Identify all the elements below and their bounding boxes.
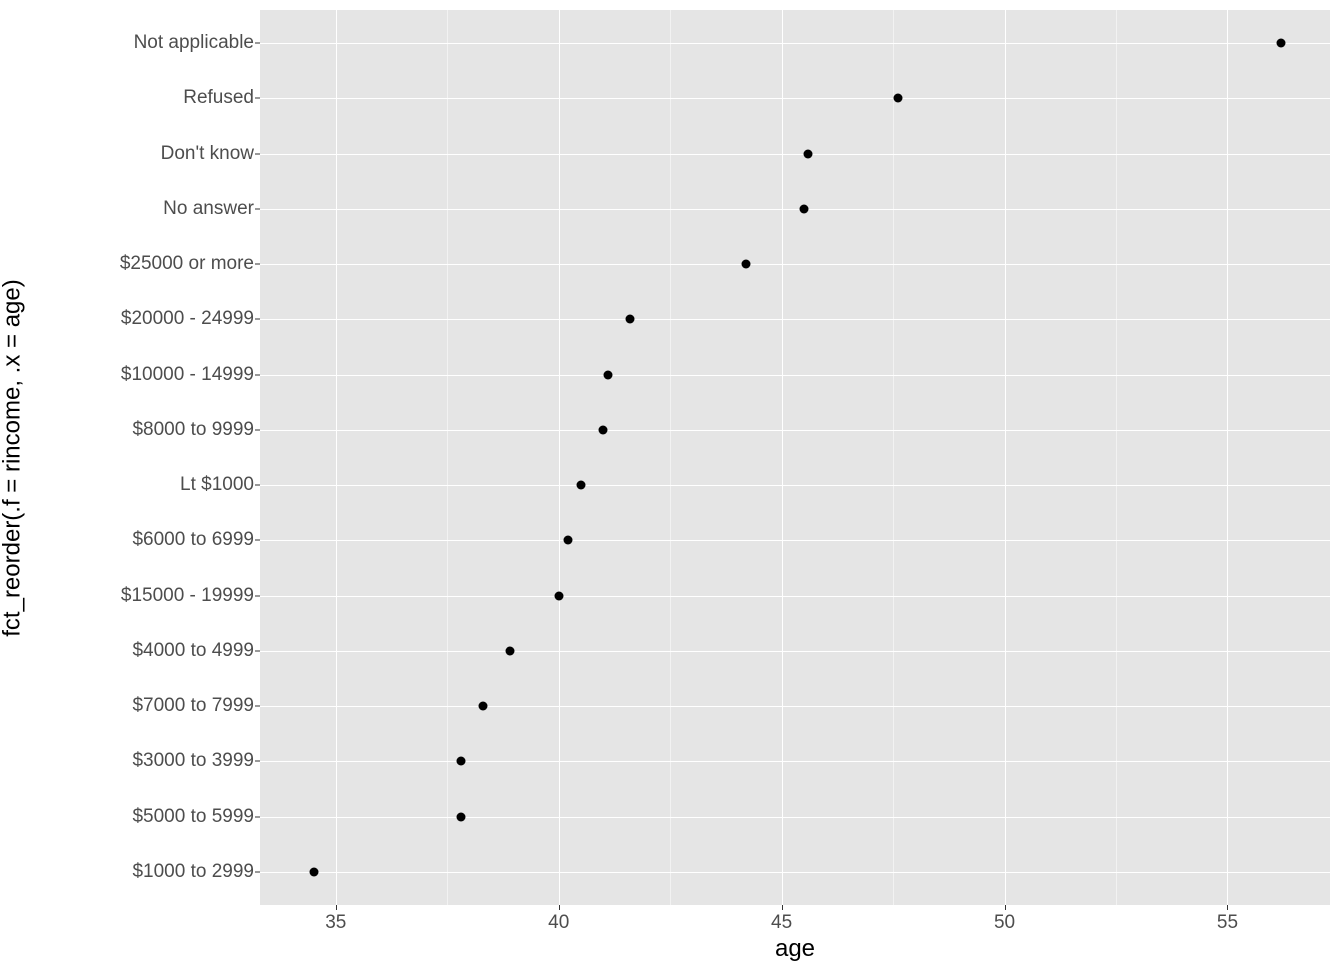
- grid-line-vertical: [559, 10, 560, 905]
- grid-line-vertical-minor: [670, 10, 671, 905]
- grid-line-horizontal: [260, 540, 1330, 541]
- grid-line-horizontal: [260, 596, 1330, 597]
- grid-line-vertical: [1227, 10, 1228, 905]
- x-tick-label: 45: [771, 912, 792, 934]
- x-tick-mark: [782, 905, 783, 910]
- y-tick-label: $10000 - 14999: [14, 364, 254, 386]
- y-tick-mark: [255, 208, 260, 209]
- grid-line-horizontal: [260, 872, 1330, 873]
- data-point: [603, 370, 612, 379]
- grid-line-vertical-minor: [447, 10, 448, 905]
- grid-line-horizontal: [260, 43, 1330, 44]
- y-tick-label: $7000 to 7999: [14, 695, 254, 717]
- y-tick-mark: [255, 816, 260, 817]
- y-tick-mark: [255, 98, 260, 99]
- y-tick-label: $6000 to 6999: [14, 529, 254, 551]
- grid-line-horizontal: [260, 319, 1330, 320]
- grid-line-horizontal: [260, 485, 1330, 486]
- data-point: [804, 149, 813, 158]
- y-tick-mark: [255, 540, 260, 541]
- grid-line-vertical-minor: [1116, 10, 1117, 905]
- data-point: [456, 757, 465, 766]
- y-tick-label: $15000 - 19999: [14, 585, 254, 607]
- grid-line-vertical: [1005, 10, 1006, 905]
- data-point: [626, 315, 635, 324]
- data-point: [599, 425, 608, 434]
- y-tick-mark: [255, 485, 260, 486]
- data-point: [505, 646, 514, 655]
- y-tick-mark: [255, 319, 260, 320]
- y-tick-mark: [255, 871, 260, 872]
- x-tick-mark: [559, 905, 560, 910]
- y-tick-label: $8000 to 9999: [14, 419, 254, 441]
- y-tick-mark: [255, 706, 260, 707]
- plot-area: [260, 10, 1330, 905]
- y-tick-label: No answer: [14, 198, 254, 220]
- data-point: [478, 702, 487, 711]
- y-tick-mark: [255, 761, 260, 762]
- data-point: [456, 812, 465, 821]
- y-tick-label: Lt $1000: [14, 474, 254, 496]
- y-tick-label: $3000 to 3999: [14, 750, 254, 772]
- data-point: [741, 260, 750, 269]
- data-point: [577, 481, 586, 490]
- grid-line-vertical: [336, 10, 337, 905]
- y-tick-mark: [255, 264, 260, 265]
- grid-line-horizontal: [260, 264, 1330, 265]
- grid-line-horizontal: [260, 209, 1330, 210]
- grid-line-horizontal: [260, 817, 1330, 818]
- y-tick-label: Not applicable: [14, 32, 254, 54]
- y-tick-mark: [255, 429, 260, 430]
- data-point: [554, 591, 563, 600]
- grid-line-horizontal: [260, 761, 1330, 762]
- grid-line-horizontal: [260, 154, 1330, 155]
- x-axis-label: age: [260, 935, 1330, 963]
- y-tick-mark: [255, 595, 260, 596]
- data-point: [799, 204, 808, 213]
- y-tick-label: $25000 or more: [14, 253, 254, 275]
- data-point: [893, 94, 902, 103]
- y-tick-label: Don't know: [14, 143, 254, 165]
- x-tick-mark: [1005, 905, 1006, 910]
- y-tick-label: $20000 - 24999: [14, 308, 254, 330]
- grid-line-horizontal: [260, 375, 1330, 376]
- chart-container: fct_reorder(.f = rincome, .x = age) age …: [0, 0, 1344, 960]
- y-tick-label: $1000 to 2999: [14, 861, 254, 883]
- x-tick-mark: [1227, 905, 1228, 910]
- x-tick-mark: [336, 905, 337, 910]
- data-point: [1276, 39, 1285, 48]
- y-tick-mark: [255, 650, 260, 651]
- y-tick-mark: [255, 43, 260, 44]
- grid-line-horizontal: [260, 430, 1330, 431]
- x-tick-label: 50: [994, 912, 1015, 934]
- grid-line-vertical-minor: [893, 10, 894, 905]
- y-tick-label: $5000 to 5999: [14, 806, 254, 828]
- grid-line-horizontal: [260, 706, 1330, 707]
- x-tick-label: 40: [548, 912, 569, 934]
- grid-line-horizontal: [260, 98, 1330, 99]
- y-tick-mark: [255, 374, 260, 375]
- grid-line-horizontal: [260, 651, 1330, 652]
- grid-line-vertical: [782, 10, 783, 905]
- y-tick-label: Refused: [14, 87, 254, 109]
- x-tick-label: 35: [325, 912, 346, 934]
- x-tick-label: 55: [1217, 912, 1238, 934]
- y-tick-mark: [255, 153, 260, 154]
- y-tick-label: $4000 to 4999: [14, 640, 254, 662]
- data-point: [563, 536, 572, 545]
- data-point: [309, 867, 318, 876]
